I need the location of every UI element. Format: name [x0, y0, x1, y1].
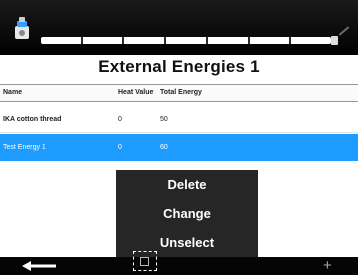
app-icon[interactable]: [10, 15, 36, 41]
signal-icon: [338, 26, 350, 36]
plug-icon: [331, 36, 338, 45]
add-button[interactable]: +: [323, 257, 332, 275]
cell-name: Test Energy 1: [3, 144, 46, 151]
table-header: Name Heat Value Total Energy: [0, 84, 358, 102]
top-bar: [0, 0, 358, 55]
back-arrow-icon[interactable]: [22, 259, 58, 273]
change-menu-item[interactable]: Change: [116, 199, 258, 228]
edit-button[interactable]: [133, 251, 157, 271]
context-menu: Delete Change Unselect: [116, 170, 258, 257]
bottom-toolbar: +: [0, 251, 358, 275]
column-header-name[interactable]: Name: [3, 85, 22, 101]
cell-total-energy: 60: [160, 144, 168, 151]
edit-icon: [140, 257, 149, 266]
cell-name: IKA cotton thread: [3, 116, 62, 123]
cell-heat-value: 0: [118, 116, 122, 123]
cell-total-energy: 50: [160, 116, 168, 123]
table-row-selected[interactable]: Test Energy 1 0 60: [0, 134, 358, 161]
column-header-heat-value[interactable]: Heat Value: [118, 85, 153, 101]
table-row[interactable]: IKA cotton thread 0 50: [0, 107, 358, 133]
delete-menu-item[interactable]: Delete: [116, 170, 258, 199]
column-header-total-energy[interactable]: Total Energy: [160, 85, 202, 101]
cell-heat-value: 0: [118, 144, 122, 151]
page-title: External Energies 1: [98, 57, 260, 76]
progress-bar: [41, 37, 331, 44]
